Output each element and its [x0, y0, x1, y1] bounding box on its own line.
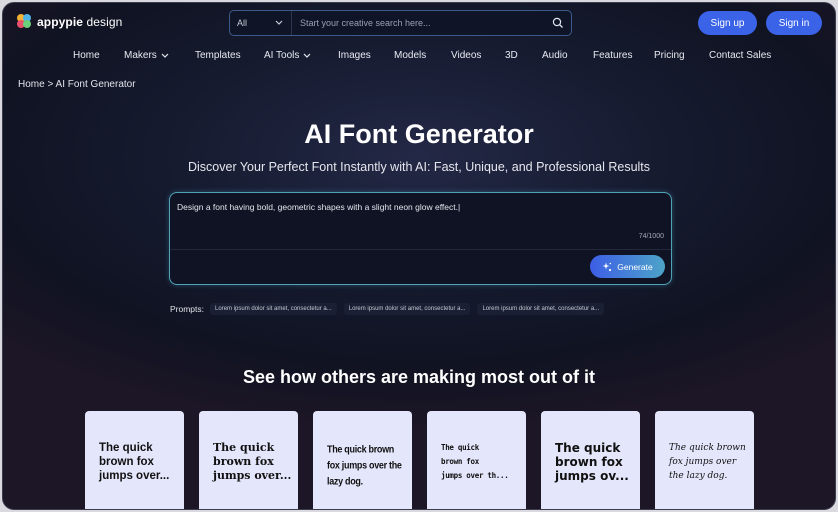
nav-item-videos[interactable]: Videos [451, 50, 481, 61]
prompt-chip[interactable]: Lorem ipsum dolor sit amet, consectetur … [477, 303, 605, 315]
font-sample-card[interactable]: The quick brown fox jumps over the lazy … [655, 411, 754, 509]
nav-item-label: Audio [542, 50, 568, 61]
character-counter: 74/1000 [638, 233, 664, 240]
signup-button[interactable]: Sign up [698, 11, 757, 35]
logo[interactable]: appypie design [17, 14, 122, 29]
nav-item-label: Makers [124, 50, 157, 61]
nav-item-label: 3D [505, 50, 518, 61]
font-sample-text: The quick brown fox jumps over the lazy … [669, 443, 746, 481]
signin-button[interactable]: Sign in [766, 11, 822, 35]
nav-item-label: Templates [195, 50, 241, 61]
font-sample-card[interactable]: The quick brown fox jumps over... [199, 411, 298, 509]
prompt-textarea[interactable]: Design a font having bold, geometric sha… [169, 192, 672, 285]
logo-icon [17, 14, 32, 29]
generate-label: Generate [617, 261, 653, 272]
search-input[interactable] [292, 18, 545, 28]
font-sample-card[interactable]: The quick brown fox jumps over the lazy … [313, 411, 412, 509]
app-window: appypie design All Sign up Sign in Home … [2, 2, 836, 510]
nav-item-home[interactable]: Home [73, 50, 100, 61]
nav-item-images[interactable]: Images [338, 50, 371, 61]
chevron-down-icon [161, 53, 169, 58]
prompts-label: Prompts: [170, 304, 205, 314]
prompt-text[interactable]: Design a font having bold, geometric sha… [177, 202, 460, 212]
generate-button[interactable]: Generate [590, 255, 665, 278]
nav-item-ai-tools[interactable]: AI Tools [264, 50, 311, 61]
nav-item-label: Home [73, 50, 100, 61]
search-bar: All [229, 10, 572, 36]
font-sample-text: The quick brown fox jumps over th... [441, 443, 509, 480]
nav-item-label: Images [338, 50, 371, 61]
page-subtitle: Discover Your Perfect Font Instantly wit… [187, 160, 651, 174]
page-title: AI Font Generator [304, 119, 534, 149]
prompt-chip[interactable]: Lorem ipsum dolor sit amet, consectetur … [210, 303, 337, 315]
top-header: appypie design All Sign up Sign in [3, 3, 835, 45]
logo-text: appypie design [37, 14, 123, 29]
nav-item-pricing[interactable]: Pricing [654, 50, 685, 61]
nav-item-makers[interactable]: Makers [124, 50, 169, 61]
nav-item-label: AI Tools [264, 50, 300, 61]
nav-item-audio[interactable]: Audio [542, 50, 568, 61]
nav-item-features[interactable]: Features [593, 50, 632, 61]
font-sample-card[interactable]: The quick brown fox jumps ov... [541, 411, 640, 509]
divider [170, 249, 671, 250]
nav-item-label: Pricing [654, 50, 685, 61]
chevron-down-icon [275, 20, 283, 25]
chevron-down-icon [303, 53, 311, 58]
prompt-chip[interactable]: Lorem ipsum dolor sit amet, consectetur … [343, 303, 471, 315]
breadcrumb[interactable]: Home > AI Font Generator [18, 79, 136, 90]
nav-item-3d[interactable]: 3D [505, 50, 518, 61]
font-sample-text: The quick brown fox jumps over the lazy … [327, 443, 402, 487]
nav-item-templates[interactable]: Templates [195, 50, 241, 61]
search-button[interactable] [545, 11, 571, 35]
font-sample-text: The quick brown fox jumps over... [99, 442, 170, 482]
nav-item-models[interactable]: Models [394, 50, 426, 61]
search-icon [552, 17, 563, 28]
nav-item-contact-sales[interactable]: Contact Sales [709, 50, 771, 61]
font-sample-card[interactable]: The quick brown fox jumps over th... [427, 411, 526, 509]
sparkle-icon [602, 262, 612, 271]
nav-item-label: Contact Sales [709, 50, 772, 61]
nav-item-label: Videos [451, 50, 482, 61]
showcase-title: See how others are making most out of it [242, 367, 596, 387]
search-category-select[interactable]: All [230, 11, 292, 35]
nav-item-label: Features [593, 50, 633, 61]
search-category-value: All [237, 18, 248, 28]
font-sample-text: The quick brown fox jumps ov... [555, 441, 629, 483]
main-nav: Home Makers Templates AI Tools Images Mo… [3, 45, 835, 67]
prompt-suggestions: Prompts: Lorem ipsum dolor sit amet, con… [170, 302, 611, 316]
font-sample-text: The quick brown fox jumps over... [213, 441, 292, 482]
nav-item-label: Models [394, 50, 427, 61]
font-sample-card[interactable]: The quick brown fox jumps over... [85, 411, 184, 509]
